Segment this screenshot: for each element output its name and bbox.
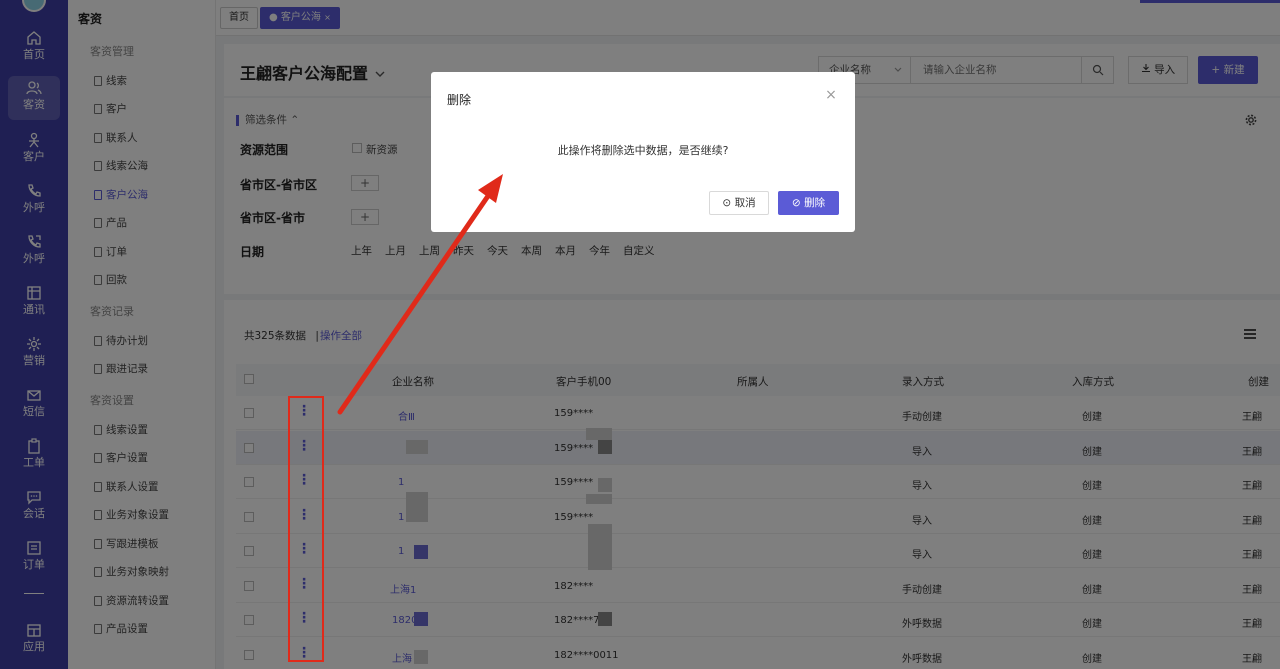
annotation-arrow — [337, 174, 503, 415]
